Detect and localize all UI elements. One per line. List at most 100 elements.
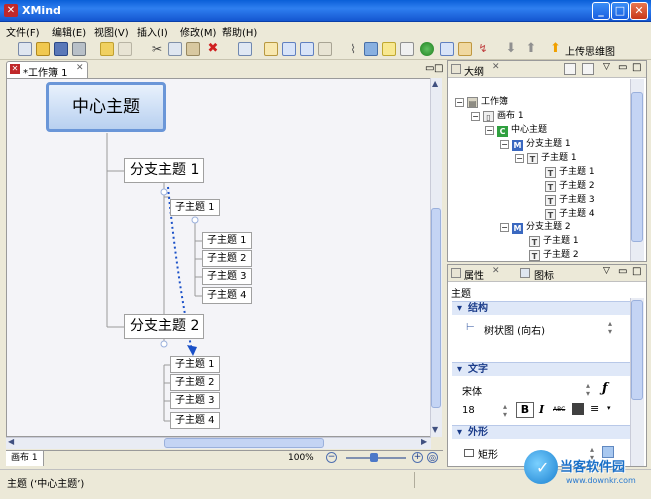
menu-insert[interactable]: 插入(I) — [137, 24, 168, 39]
close-properties-icon[interactable]: ✕ — [492, 266, 500, 276]
shape-section[interactable]: 外形 — [452, 425, 630, 439]
scroll-left-icon[interactable]: ◀ — [8, 437, 14, 446]
arrow-down-icon[interactable]: ⬇ — [504, 42, 518, 56]
properties-scroll-thumb[interactable] — [631, 300, 643, 400]
subtopic-floating[interactable]: 子主题 1 — [170, 199, 220, 216]
insert-subtopic-icon[interactable] — [282, 42, 296, 56]
bold-button[interactable]: B — [516, 402, 534, 418]
cut-icon[interactable]: ✂ — [150, 42, 164, 56]
shape-value[interactable]: 矩形 — [478, 446, 498, 461]
outline-tool-icon[interactable] — [564, 63, 576, 75]
branch-topic-1[interactable]: 分支主题 1 — [124, 158, 204, 183]
hyperlink-globe-icon[interactable] — [420, 42, 434, 56]
outline-item-branch2[interactable]: − M 分支主题 2 — [500, 221, 571, 234]
font-size-spinner-icon[interactable]: ▴ ▾ — [503, 403, 507, 419]
outline-minimize-icon[interactable]: ▭ — [618, 62, 627, 73]
structure-value[interactable]: 树状图 (向右) — [484, 322, 545, 337]
zoom-in-icon[interactable]: + — [412, 452, 423, 463]
outline-item-subtopic[interactable]: T 子主题 1 — [529, 235, 579, 247]
horizontal-scroll-thumb[interactable] — [164, 438, 324, 448]
outline-item-sheet[interactable]: − ▯ 画布 1 — [471, 110, 524, 122]
menu-file[interactable]: 文件(F) — [6, 24, 40, 39]
menu-help[interactable]: 帮助(H) — [222, 24, 257, 39]
b2-subtopic[interactable]: 子主题 1 — [170, 356, 220, 373]
b1-subtopic[interactable]: 子主题 2 — [202, 250, 252, 267]
select-icon[interactable] — [238, 42, 252, 56]
delete-icon[interactable]: ✖ — [206, 42, 220, 56]
scroll-down-icon[interactable]: ▼ — [432, 425, 438, 434]
open-folder-icon[interactable] — [36, 42, 50, 56]
tab-properties[interactable]: 属性 — [464, 267, 484, 282]
align-icon[interactable]: ≡ — [590, 402, 599, 415]
outline-item-subtopic[interactable]: T 子主题 2 — [545, 180, 595, 192]
menu-view[interactable]: 视图(V) — [94, 24, 129, 39]
upload-map-button[interactable]: 上传思维图 — [565, 43, 615, 58]
close-tab-icon[interactable]: ✕ — [76, 63, 84, 73]
boundary-icon[interactable] — [458, 42, 472, 56]
vertical-scroll-thumb[interactable] — [431, 208, 441, 408]
font-name-spinner-icon[interactable]: ▴ ▾ — [586, 382, 590, 398]
b1-subtopic[interactable]: 子主题 4 — [202, 287, 252, 304]
font-name[interactable]: 宋体 — [462, 383, 482, 398]
menu-edit[interactable]: 编辑(E) — [52, 24, 86, 39]
zoom-out-icon[interactable]: − — [326, 452, 337, 463]
b2-subtopic[interactable]: 子主题 3 — [170, 392, 220, 409]
editor-tab[interactable]: ✕ *工作簿 1 ✕ — [6, 61, 88, 79]
b2-subtopic[interactable]: 子主题 2 — [170, 374, 220, 391]
scroll-right-icon[interactable]: ▶ — [421, 437, 427, 446]
arrow-up-icon[interactable]: ⬆ — [524, 42, 538, 56]
align-dropdown-icon[interactable]: ▾ — [607, 404, 611, 412]
paste-icon[interactable] — [186, 42, 200, 56]
properties-maximize-icon[interactable]: □ — [632, 266, 641, 277]
properties-menu-icon[interactable]: ▽ — [603, 266, 610, 276]
b2-subtopic[interactable]: 子主题 4 — [170, 412, 220, 429]
label-icon[interactable] — [400, 42, 414, 56]
outline-tool2-icon[interactable] — [582, 63, 594, 75]
copy-icon[interactable] — [168, 42, 182, 56]
text-section[interactable]: 文字 — [452, 362, 630, 376]
structure-spinner-icon[interactable]: ▴ ▾ — [608, 320, 612, 336]
branch-topic-2[interactable]: 分支主题 2 — [124, 314, 204, 339]
italic-button[interactable]: I — [539, 403, 544, 416]
close-button[interactable]: ✕ — [630, 2, 648, 20]
text-color-swatch[interactable] — [572, 403, 584, 415]
new-icon[interactable] — [18, 42, 32, 56]
outline-item-subtopic[interactable]: T 子主题 4 — [545, 208, 595, 220]
outline-item-subtopic[interactable]: T 子主题 2 — [529, 249, 579, 261]
image-icon[interactable] — [364, 42, 378, 56]
outline-menu-icon[interactable]: ▽ — [603, 62, 610, 72]
fit-map-icon[interactable]: ◎ — [427, 452, 438, 463]
strikethrough-button[interactable]: ABC — [553, 406, 565, 413]
print-icon[interactable] — [72, 42, 86, 56]
upload-arrow-icon[interactable]: ⬆ — [550, 42, 563, 55]
font-size[interactable]: 18 — [462, 405, 475, 416]
insert-parent-icon[interactable] — [318, 42, 332, 56]
close-outline-icon[interactable]: ✕ — [492, 62, 500, 72]
relationship-icon[interactable]: ↯ — [476, 42, 490, 56]
editor-maximize-icon[interactable]: □ — [434, 63, 443, 74]
outline-item-subtopic[interactable]: T 子主题 3 — [545, 194, 595, 206]
note-icon[interactable] — [382, 42, 396, 56]
attachment-icon[interactable]: ⌇ — [346, 42, 360, 56]
outline-item-central[interactable]: − C 中心主题 — [485, 124, 547, 137]
summary-icon[interactable] — [440, 42, 454, 56]
insert-before-icon[interactable] — [300, 42, 314, 56]
save-icon[interactable] — [54, 42, 68, 56]
b1-subtopic[interactable]: 子主题 1 — [202, 232, 252, 249]
outline-scroll-thumb[interactable] — [631, 92, 643, 242]
menu-modify[interactable]: 修改(M) — [180, 24, 216, 39]
font-picker-icon[interactable]: ƒ — [602, 381, 608, 396]
properties-minimize-icon[interactable]: ▭ — [618, 266, 627, 277]
outline-maximize-icon[interactable]: □ — [632, 62, 641, 73]
outline-item-subtopic[interactable]: − T 子主题 1 — [515, 152, 577, 164]
outline-item-branch1[interactable]: − M 分支主题 1 — [500, 138, 571, 151]
outline-item-subtopic[interactable]: T 子主题 1 — [545, 166, 595, 178]
zoom-slider-handle[interactable] — [370, 453, 378, 462]
redo-icon[interactable] — [118, 42, 132, 56]
b1-subtopic[interactable]: 子主题 3 — [202, 268, 252, 285]
outline-item-workbook[interactable]: − ▤ 工作簿 — [455, 96, 508, 108]
insert-topic-icon[interactable] — [264, 42, 278, 56]
maximize-button[interactable]: □ — [611, 2, 629, 20]
tab-icons[interactable]: 图标 — [534, 267, 554, 282]
structure-section[interactable]: 结构 — [452, 301, 630, 315]
